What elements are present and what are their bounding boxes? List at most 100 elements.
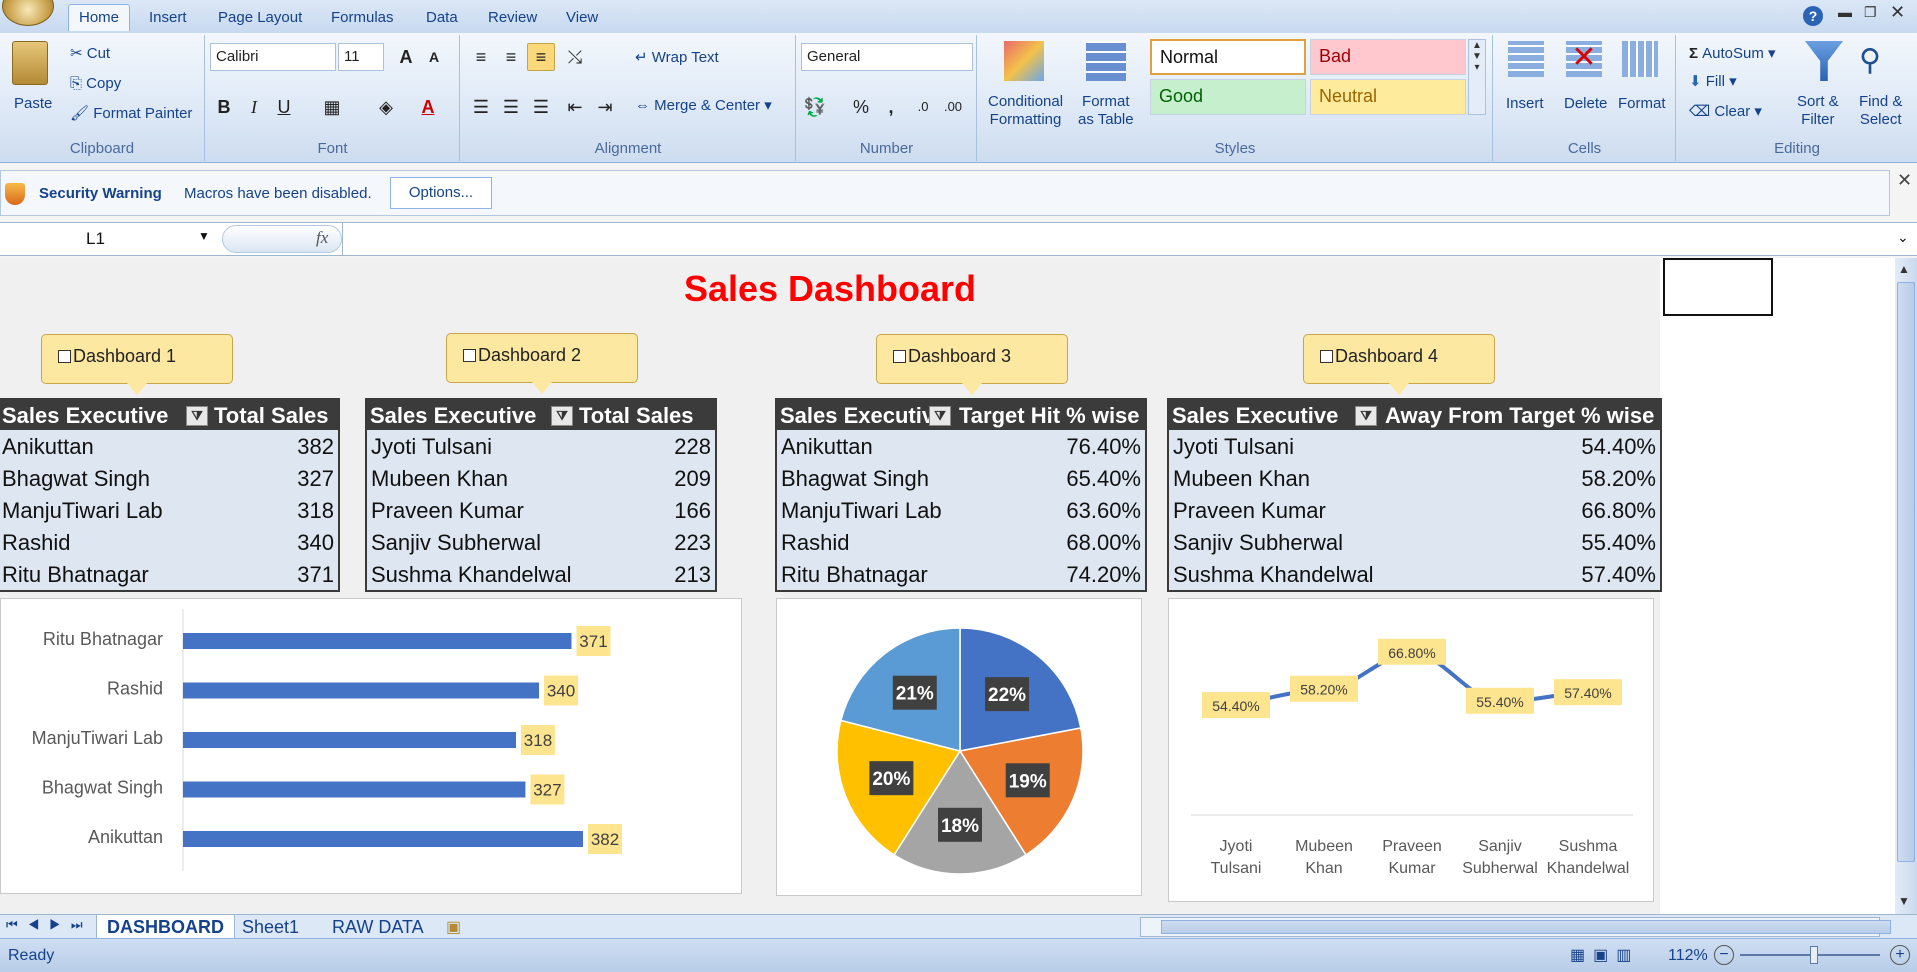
align-left-icon[interactable]: ☰ xyxy=(467,93,495,121)
dashboard-3-callout[interactable]: Dashboard 3 xyxy=(876,334,1068,395)
increase-indent-icon[interactable]: ⇥ xyxy=(591,93,619,121)
align-center-icon[interactable]: ☰ xyxy=(497,93,525,121)
filter-icon[interactable]: ⧩ xyxy=(551,406,573,426)
formula-input[interactable] xyxy=(342,223,1892,255)
decrease-indent-icon[interactable]: ⇤ xyxy=(561,93,589,121)
filter-icon[interactable]: ⧩ xyxy=(1355,406,1377,426)
minimize-icon[interactable]: ▬ xyxy=(1838,4,1852,20)
font-name-select[interactable]: Calibri xyxy=(210,43,336,71)
bar[interactable] xyxy=(183,633,572,649)
scroll-up-icon[interactable]: ▲ xyxy=(1898,262,1910,276)
styles-scroll[interactable]: ▲ ▼ ▾ xyxy=(1468,39,1486,115)
dashboard-1-callout[interactable]: Dashboard 1 xyxy=(41,334,233,395)
horizontal-scrollbar[interactable] xyxy=(1140,917,1891,937)
filter-icon[interactable]: ⧩ xyxy=(929,406,951,426)
sort-filter-button[interactable]: Sort & Filter xyxy=(1797,93,1839,129)
shrink-font-button[interactable]: A xyxy=(420,43,448,71)
font-color-icon[interactable]: A xyxy=(414,93,442,121)
decrease-decimal-icon[interactable]: .00 xyxy=(939,93,967,121)
scroll-down-icon[interactable]: ▼ xyxy=(1898,894,1910,908)
paste-icon[interactable] xyxy=(12,41,48,85)
fx-icon[interactable]: fx xyxy=(316,228,328,248)
checkbox-icon[interactable] xyxy=(893,350,906,363)
vertical-scrollbar[interactable]: ▲ ▼ xyxy=(1895,258,1917,914)
align-top-icon[interactable]: ≡ xyxy=(467,43,495,71)
tab-view[interactable]: View xyxy=(560,8,604,28)
expand-formula-icon[interactable]: ⌄ xyxy=(1897,229,1909,246)
name-box-dropdown-icon[interactable]: ▼ xyxy=(198,229,210,243)
bar[interactable] xyxy=(183,831,583,847)
fill-button[interactable]: ⬇ Fill ▾ xyxy=(1689,73,1737,91)
tab-insert[interactable]: Insert xyxy=(143,8,193,28)
copy-button[interactable]: ⎘ Copy xyxy=(70,75,121,93)
find-select-button[interactable]: Find & Select xyxy=(1859,93,1902,129)
clear-button[interactable]: ⌫ Clear ▾ xyxy=(1689,103,1762,121)
sheet-tab-dashboard[interactable]: DASHBOARD xyxy=(96,915,235,939)
insert-sheet-icon[interactable]: ▣ xyxy=(446,917,461,937)
comma-button[interactable]: , xyxy=(877,93,905,121)
close-security-bar-icon[interactable]: ✕ xyxy=(1897,170,1912,191)
conditional-formatting-button[interactable]: Conditional Formatting xyxy=(988,93,1063,129)
style-good[interactable]: Good xyxy=(1150,79,1306,115)
paste-button[interactable]: Paste xyxy=(14,95,52,113)
increase-decimal-icon[interactable]: .0 xyxy=(909,93,937,121)
orientation-icon[interactable]: ⤯ xyxy=(561,43,589,71)
selected-cell-L1[interactable] xyxy=(1663,258,1773,316)
restore-icon[interactable]: ❐ xyxy=(1864,4,1877,21)
style-neutral[interactable]: Neutral xyxy=(1310,79,1466,115)
tab-home[interactable]: Home xyxy=(68,4,131,31)
filter-icon[interactable]: ⧩ xyxy=(186,406,208,426)
tab-review[interactable]: Review xyxy=(482,8,543,28)
checkbox-icon[interactable] xyxy=(1320,350,1333,363)
horizontal-scroll-thumb[interactable] xyxy=(1161,920,1891,934)
insert-cells-button[interactable]: Insert xyxy=(1506,95,1544,113)
pie-chart[interactable]: 22% 19% 18% 20% 21% xyxy=(776,598,1142,896)
borders-icon[interactable]: ▦ xyxy=(318,93,346,121)
checkbox-icon[interactable] xyxy=(58,350,71,363)
italic-button[interactable]: I xyxy=(240,93,268,121)
bar[interactable] xyxy=(183,682,540,699)
currency-icon[interactable]: 💱 xyxy=(801,93,829,121)
wrap-text-button[interactable]: ↵ Wrap Text xyxy=(635,49,719,67)
zoom-level[interactable]: 112% xyxy=(1668,947,1708,965)
bold-button[interactable]: B xyxy=(210,93,238,121)
style-normal[interactable]: Normal xyxy=(1150,39,1306,75)
zoom-in-icon[interactable]: + xyxy=(1890,945,1910,965)
worksheet-blank-area[interactable] xyxy=(1660,258,1895,914)
font-size-select[interactable]: 11 xyxy=(338,43,384,71)
format-cells-button[interactable]: Format xyxy=(1618,95,1666,113)
style-bad[interactable]: Bad xyxy=(1310,39,1466,75)
checkbox-icon[interactable] xyxy=(463,349,476,362)
tab-data[interactable]: Data xyxy=(420,8,464,28)
underline-button[interactable]: U xyxy=(270,93,298,121)
view-buttons[interactable]: ▦▣▥ xyxy=(1570,945,1639,965)
align-bottom-icon[interactable]: ≡ xyxy=(527,43,555,71)
bar-chart[interactable]: Ritu Bhatnagar 371 Rashid 340 ManjuTiwari La… xyxy=(0,598,742,894)
merge-center-button[interactable]: ⇔ Merge & Center ▾ xyxy=(635,97,772,115)
dashboard-2-callout[interactable]: Dashboard 2 xyxy=(446,333,638,394)
number-format-select[interactable]: General xyxy=(801,43,973,71)
help-icon[interactable]: ? xyxy=(1803,6,1823,26)
sheet-tab-sheet1[interactable]: Sheet1 xyxy=(242,917,299,938)
zoom-slider-thumb[interactable] xyxy=(1810,946,1818,964)
percent-button[interactable]: % xyxy=(847,93,875,121)
options-button[interactable]: Options... xyxy=(390,177,492,209)
align-right-icon[interactable]: ☰ xyxy=(527,93,555,121)
close-icon[interactable]: ✕ xyxy=(1890,2,1905,23)
tab-page-layout[interactable]: Page Layout xyxy=(212,8,308,28)
office-button[interactable] xyxy=(2,0,54,26)
tab-formulas[interactable]: Formulas xyxy=(325,8,400,28)
bar[interactable] xyxy=(183,732,516,748)
name-box[interactable]: L1 xyxy=(0,225,215,253)
fill-color-icon[interactable]: ◈ xyxy=(372,93,400,121)
grow-font-button[interactable]: A xyxy=(392,43,420,71)
zoom-out-icon[interactable]: − xyxy=(1714,945,1734,965)
autosum-button[interactable]: Σ AutoSum ▾ xyxy=(1689,45,1776,63)
align-middle-icon[interactable]: ≡ xyxy=(497,43,525,71)
line-chart[interactable]: 54.40% Jyoti Tulsani 58.20% Mubeen Khan 66.80%… xyxy=(1168,598,1654,902)
bar[interactable] xyxy=(183,781,526,798)
tab-scroll-icons[interactable]: ⏮◀▶⏭ xyxy=(6,917,93,933)
dashboard-4-callout[interactable]: Dashboard 4 xyxy=(1303,334,1495,395)
format-painter-button[interactable]: 🖌 Format Painter xyxy=(70,105,192,123)
vertical-scroll-thumb[interactable] xyxy=(1897,282,1915,862)
